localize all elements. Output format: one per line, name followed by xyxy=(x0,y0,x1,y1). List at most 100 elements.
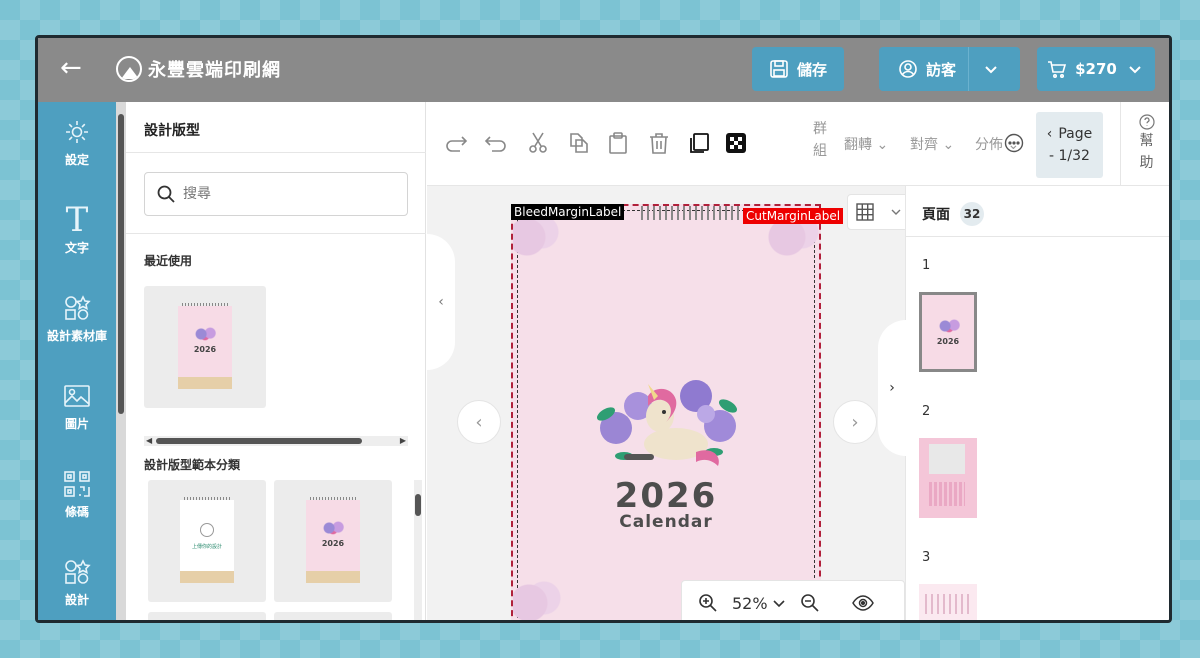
calendar-year: 2026 xyxy=(614,476,718,516)
sidebar-item-text[interactable]: T 文字 xyxy=(38,190,116,270)
align-dropdown[interactable]: 對齊 ⌄ xyxy=(910,134,954,154)
sidebar-item-assets[interactable]: 設計素材庫 xyxy=(38,278,116,358)
horizontal-scrollbar[interactable]: ◀ ▶ xyxy=(144,436,408,446)
group-button[interactable]: 群 組 xyxy=(811,118,829,162)
paste-button[interactable] xyxy=(605,130,631,156)
template-list-scrollbar[interactable] xyxy=(414,480,422,620)
button-divider xyxy=(968,47,969,91)
text-icon: T xyxy=(65,199,89,240)
grid-toggle-button[interactable] xyxy=(847,194,911,230)
sidebar-item-design[interactable]: 設計 xyxy=(38,542,116,620)
sidebar-item-images[interactable]: 圖片 xyxy=(38,366,116,446)
scroll-left-icon[interactable]: ◀ xyxy=(146,436,152,446)
trash-icon xyxy=(650,133,668,154)
expand-pages-button[interactable]: › xyxy=(878,320,906,456)
pattern-button[interactable] xyxy=(723,130,749,156)
more-options-button[interactable] xyxy=(1004,133,1026,155)
zoom-out-icon[interactable] xyxy=(800,593,820,613)
help-button[interactable]: 幫 助 xyxy=(1120,102,1169,186)
grid-icon xyxy=(855,203,874,221)
chevron-down-icon: ⌄ xyxy=(876,137,889,153)
edit-toolbar: 群 組 翻轉 ⌄ 對齊 ⌄ 分佈 ⌄ ‹ Page - 1/32 幫 助 xyxy=(427,102,1169,186)
brand-name: 永豐雲端印刷網 xyxy=(148,60,281,81)
zoom-in-icon[interactable] xyxy=(698,593,718,613)
zoom-controls: 52% xyxy=(681,580,905,620)
save-label: 儲存 xyxy=(796,60,827,79)
template-card[interactable] xyxy=(274,612,392,620)
app-window: ← 永豐雲端印刷網 儲存 訪客 $270 設定 T 文字 設計素材庫 圖片 條碼… xyxy=(35,35,1172,623)
user-circle-icon xyxy=(899,60,917,78)
chevron-left-icon: ‹ xyxy=(475,411,483,433)
collapse-panel-button[interactable]: ‹ xyxy=(427,234,455,370)
scrollbar-thumb[interactable] xyxy=(156,438,362,444)
copy-icon xyxy=(570,133,588,153)
zoom-level[interactable]: 52% xyxy=(732,594,768,613)
recent-section-title: 最近使用 xyxy=(144,254,193,268)
search-box[interactable] xyxy=(144,172,408,216)
chevron-down-icon[interactable] xyxy=(772,596,786,610)
align-label: 對齊 xyxy=(910,137,938,153)
sidebar-item-label: 圖片 xyxy=(64,416,89,431)
back-button[interactable]: ← xyxy=(60,54,88,82)
design-canvas[interactable]: ‹ ‹ › 2026 Calendar BleedMarginLabel Cut… xyxy=(427,186,911,620)
top-bar: ← 永豐雲端印刷網 儲存 訪客 $270 xyxy=(38,38,1169,102)
page-thumbnail-2[interactable] xyxy=(919,438,977,518)
photo-placeholder xyxy=(929,444,965,474)
template-card-unicorn[interactable]: 2026 xyxy=(274,480,392,602)
template-card-upload[interactable]: 上傳你的設計 xyxy=(148,480,266,602)
guest-menu-button[interactable]: 訪客 xyxy=(879,47,1020,91)
sidebar-item-settings[interactable]: 設定 xyxy=(38,102,116,182)
scroll-right-icon[interactable]: ▶ xyxy=(400,436,406,446)
floppy-disk-icon xyxy=(770,60,788,78)
chevron-right-icon: › xyxy=(889,380,895,396)
duplicate-icon xyxy=(690,133,709,153)
month-grid xyxy=(929,482,965,506)
scrollbar-thumb[interactable] xyxy=(118,114,124,414)
page-number: 3 xyxy=(922,550,931,565)
sidebar: 設定 T 文字 設計素材庫 圖片 條碼 設計 xyxy=(38,102,116,620)
recent-template-card[interactable]: 2026 xyxy=(144,286,266,408)
search-icon xyxy=(157,185,175,203)
copy-button[interactable] xyxy=(565,130,591,156)
page-thumbnail-1[interactable]: 2026 xyxy=(919,292,977,372)
save-button[interactable]: 儲存 xyxy=(752,47,844,91)
chevron-down-icon[interactable] xyxy=(981,59,1001,79)
prev-page-button[interactable]: ‹ xyxy=(457,400,501,444)
clipboard-icon xyxy=(609,132,627,154)
calendar-year: 2026 xyxy=(193,345,217,354)
cut-button[interactable] xyxy=(525,130,551,156)
search-input[interactable] xyxy=(183,186,383,202)
question-circle-icon xyxy=(1138,114,1155,130)
month-grid xyxy=(925,594,971,614)
duplicate-button[interactable] xyxy=(686,130,712,156)
eye-icon[interactable] xyxy=(851,593,874,613)
scrollbar-thumb[interactable] xyxy=(415,494,421,516)
image-icon xyxy=(62,381,92,411)
calendar-page[interactable]: 2026 Calendar xyxy=(511,204,821,620)
redo-button[interactable] xyxy=(443,130,469,156)
sidebar-item-label: 條碼 xyxy=(64,504,89,519)
sidebar-item-label: 設計 xyxy=(64,592,89,607)
page-thumbnail-3[interactable] xyxy=(919,584,977,620)
brand-logo[interactable]: 永豐雲端印刷網 xyxy=(116,56,281,82)
page-navigator[interactable]: ‹ Page - 1/32 xyxy=(1036,112,1103,178)
chevron-right-icon: › xyxy=(851,411,859,433)
logo-mountain-icon xyxy=(116,56,142,82)
page-counter: - 1/32 xyxy=(1049,148,1090,164)
sidebar-item-barcode[interactable]: 條碼 xyxy=(38,454,116,534)
scissors-icon xyxy=(529,132,547,153)
sidebar-item-label: 設定 xyxy=(64,152,89,167)
next-page-button[interactable]: › xyxy=(833,400,877,444)
redo-icon xyxy=(446,136,468,152)
delete-button[interactable] xyxy=(646,130,672,156)
calendar-stand xyxy=(180,571,234,583)
chevron-left-icon[interactable]: ‹ xyxy=(1047,126,1053,142)
cart-button[interactable]: $270 xyxy=(1037,47,1155,91)
undo-icon xyxy=(484,136,506,152)
bleed-margin-label: BleedMarginLabel xyxy=(511,204,625,220)
undo-button[interactable] xyxy=(483,130,509,156)
sidebar-scrollbar[interactable] xyxy=(116,102,126,620)
template-card[interactable] xyxy=(148,612,266,620)
flip-dropdown[interactable]: 翻轉 ⌄ xyxy=(844,134,888,154)
category-section-title: 設計版型範本分類 xyxy=(144,458,241,472)
